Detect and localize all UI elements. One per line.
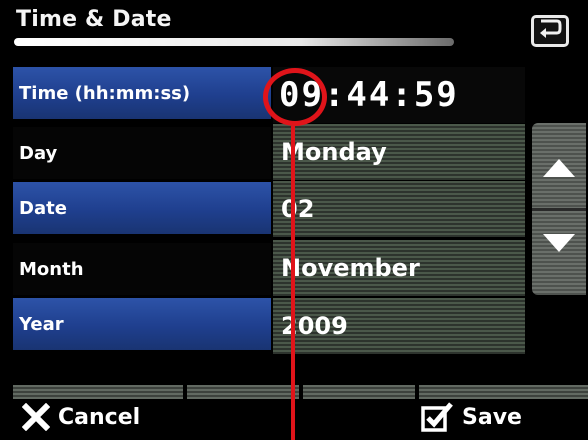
footer-strip bbox=[303, 385, 415, 399]
row-label-time: Time (hh:mm:ss) bbox=[13, 67, 271, 119]
cancel-button[interactable]: Cancel bbox=[22, 394, 182, 440]
return-arrow-icon bbox=[537, 18, 563, 44]
footer-strip bbox=[187, 385, 299, 399]
back-button[interactable] bbox=[531, 15, 569, 47]
up-button[interactable] bbox=[532, 145, 586, 195]
page-title: Time & Date bbox=[16, 7, 172, 32]
triangle-down-icon bbox=[541, 232, 577, 258]
year-field[interactable]: 2009 bbox=[273, 298, 525, 354]
updown-divider bbox=[532, 208, 586, 211]
checkbox-check-icon bbox=[420, 401, 454, 433]
annotation-pointer-line bbox=[291, 126, 295, 440]
x-icon bbox=[22, 403, 50, 431]
save-label: Save bbox=[462, 404, 522, 430]
cancel-label: Cancel bbox=[58, 404, 141, 430]
date-field[interactable]: 02 bbox=[273, 181, 525, 237]
title-underline bbox=[14, 38, 454, 46]
month-field[interactable]: November bbox=[273, 240, 525, 296]
down-button[interactable] bbox=[532, 220, 586, 270]
triangle-up-icon bbox=[541, 157, 577, 183]
day-field[interactable]: Monday bbox=[273, 124, 525, 180]
row-label-year: Year bbox=[13, 298, 271, 350]
hour-highlight-circle bbox=[263, 68, 327, 126]
row-label-date: Date bbox=[13, 182, 271, 234]
save-button[interactable]: Save bbox=[420, 394, 580, 440]
row-label-day: Day bbox=[13, 127, 271, 179]
row-label-month: Month bbox=[13, 243, 271, 295]
